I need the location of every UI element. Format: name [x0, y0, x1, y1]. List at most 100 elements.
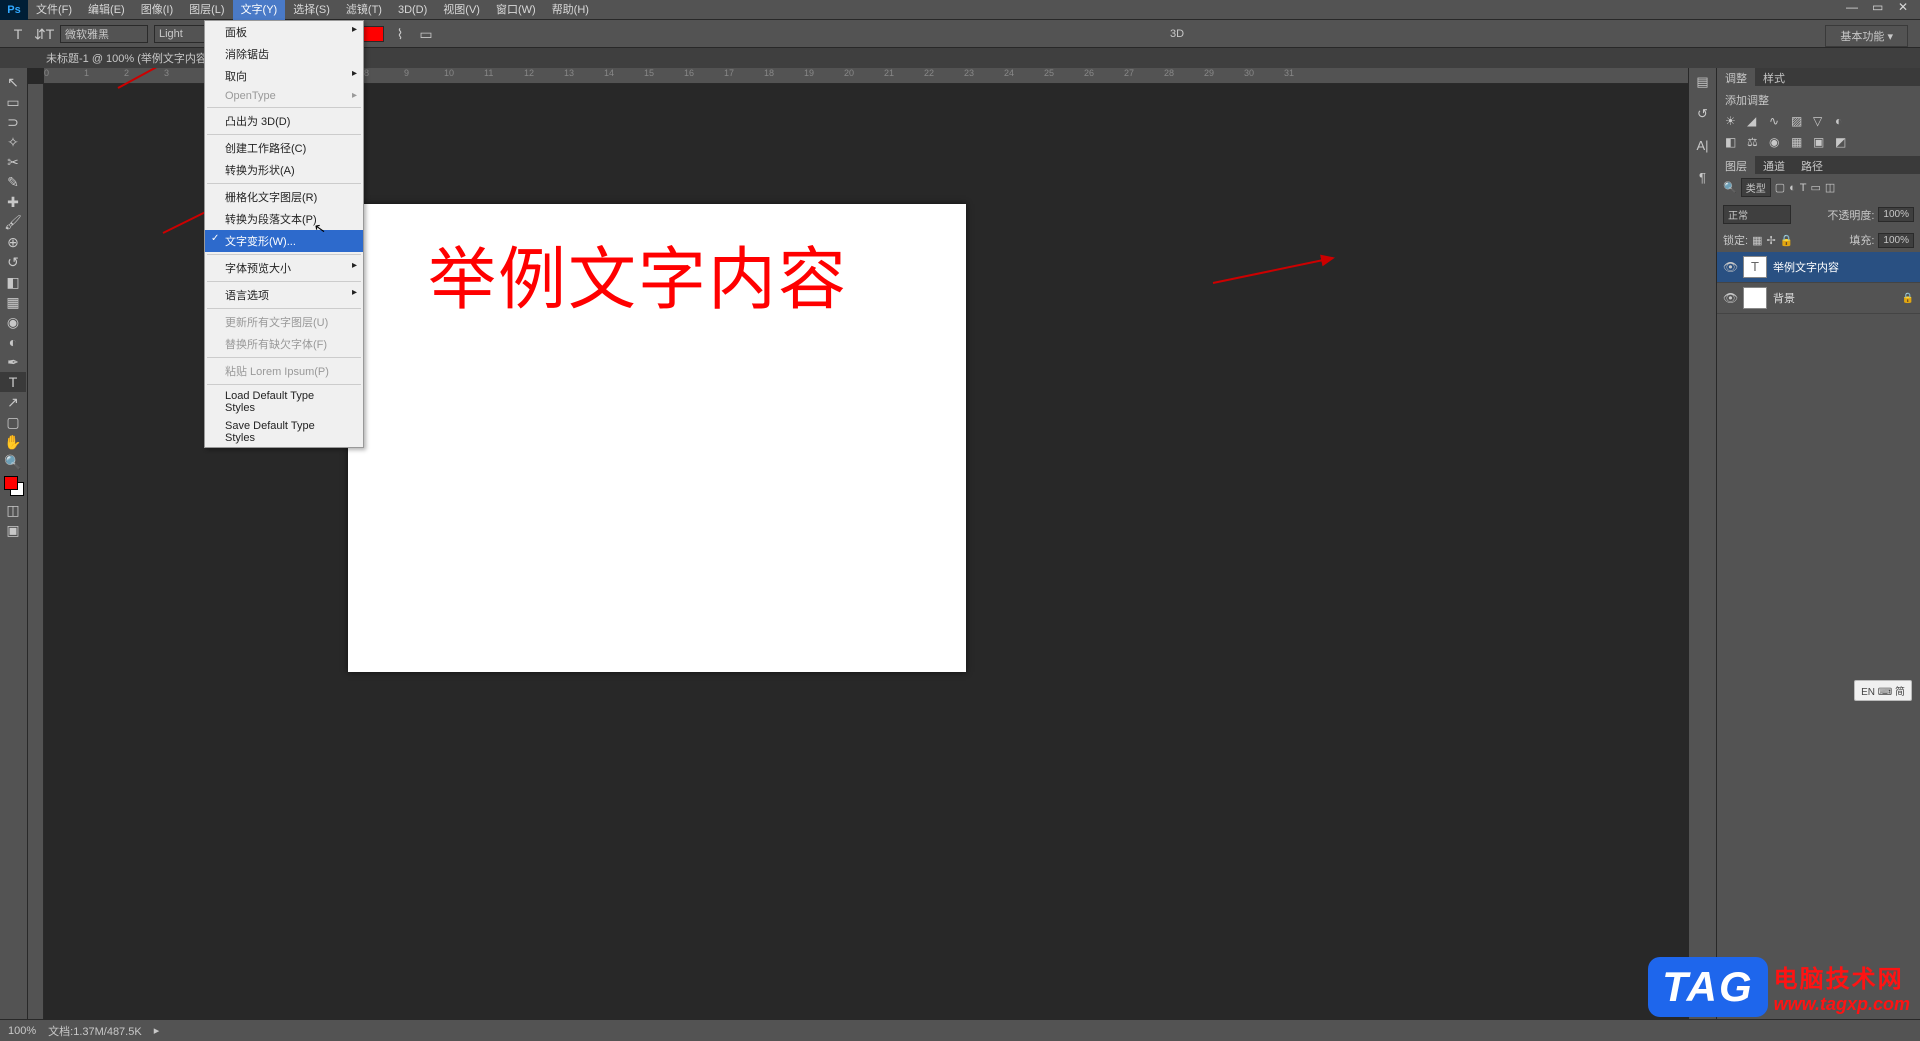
minimize-button[interactable]: —	[1846, 0, 1860, 14]
invert-icon[interactable]: ◩	[1835, 135, 1850, 150]
search-icon[interactable]: 🔍	[1723, 181, 1737, 194]
orientation-icon[interactable]: ⇵T	[34, 24, 54, 44]
menu-item[interactable]: Load Default Type Styles	[205, 387, 363, 417]
menu-窗口[interactable]: 窗口(W)	[488, 0, 544, 20]
menu-图像[interactable]: 图像(I)	[133, 0, 181, 20]
tab-layers[interactable]: 图层	[1717, 156, 1755, 174]
filter-shape-icon[interactable]: ▭	[1811, 181, 1821, 194]
canvas[interactable]: 举例文字内容	[348, 204, 966, 672]
menu-滤镜[interactable]: 滤镜(T)	[338, 0, 390, 20]
canvas-text-content[interactable]: 举例文字内容	[428, 224, 848, 323]
filter-kind-select[interactable]: 类型	[1741, 178, 1771, 197]
menu-item[interactable]: 转换为形状(A)	[205, 159, 363, 181]
tab-channels[interactable]: 通道	[1755, 156, 1793, 174]
curves-icon[interactable]: ∿	[1769, 114, 1784, 129]
menu-item[interactable]: 文字变形(W)...	[205, 230, 363, 252]
bw-icon[interactable]: ◧	[1725, 135, 1740, 150]
layer-thumbnail[interactable]	[1743, 287, 1767, 309]
tab-paths[interactable]: 路径	[1793, 156, 1831, 174]
lock-all-icon[interactable]: 🔒	[1780, 234, 1794, 247]
marquee-tool[interactable]: ▭	[0, 92, 26, 112]
quick-mask-tool[interactable]: ◫	[0, 500, 26, 520]
layer-row[interactable]: 👁 举例文字内容	[1717, 252, 1920, 283]
balance-icon[interactable]: ⚖	[1747, 135, 1762, 150]
document-info[interactable]: 文档:1.37M/487.5K	[48, 1023, 142, 1039]
menu-item[interactable]: 消除锯齿	[205, 43, 363, 65]
chevron-right-icon[interactable]: ▸	[154, 1024, 160, 1037]
screen-mode-tool[interactable]: ▣	[0, 520, 26, 540]
filter-text-icon[interactable]: T	[1800, 182, 1807, 194]
menu-选择[interactable]: 选择(S)	[285, 0, 338, 20]
hand-tool[interactable]: ✋	[0, 432, 26, 452]
brush-tool[interactable]: 🖌	[0, 212, 26, 232]
filter-image-icon[interactable]: ▢	[1775, 181, 1785, 194]
channel-mixer-icon[interactable]: ▦	[1791, 135, 1806, 150]
menu-item[interactable]: 语言选项	[205, 284, 363, 306]
history-brush-tool[interactable]: ↺	[0, 252, 26, 272]
workspace-selector[interactable]: 基本功能 ▾	[1825, 25, 1908, 47]
layer-thumbnail[interactable]	[1743, 256, 1767, 278]
brightness-icon[interactable]: ☀	[1725, 114, 1740, 129]
blur-tool[interactable]: ◉	[0, 312, 26, 332]
color-picker[interactable]	[0, 476, 27, 500]
exposure-icon[interactable]: ▨	[1791, 114, 1806, 129]
magic-wand-tool[interactable]: ✧	[0, 132, 26, 152]
menu-item[interactable]: 面板	[205, 21, 363, 43]
menu-item[interactable]: 取向	[205, 65, 363, 87]
shape-tool[interactable]: ▢	[0, 412, 26, 432]
layer-name[interactable]: 举例文字内容	[1773, 259, 1839, 275]
blend-mode-select[interactable]: 正常	[1723, 205, 1791, 224]
menu-item[interactable]: 转换为段落文本(P)	[205, 208, 363, 230]
font-family-select[interactable]: 微软雅黑	[60, 25, 148, 43]
opacity-value[interactable]: 100%	[1878, 207, 1914, 222]
close-button[interactable]: ✕	[1898, 0, 1912, 14]
hue-icon[interactable]: ◐	[1835, 114, 1850, 129]
warp-text-icon[interactable]: ⌇	[390, 24, 410, 44]
text-tool[interactable]: T	[0, 372, 26, 392]
visibility-icon[interactable]: 👁	[1723, 291, 1737, 305]
3d-mode-label[interactable]: 3D	[442, 28, 1912, 40]
eraser-tool[interactable]: ◧	[0, 272, 26, 292]
pen-tool[interactable]: ✒	[0, 352, 26, 372]
menu-编辑[interactable]: 编辑(E)	[80, 0, 133, 20]
menu-item[interactable]: Save Default Type Styles	[205, 417, 363, 447]
menu-item[interactable]: 凸出为 3D(D)	[205, 110, 363, 132]
lookup-icon[interactable]: ▣	[1813, 135, 1828, 150]
levels-icon[interactable]: ◢	[1747, 114, 1762, 129]
lasso-tool[interactable]: ⊃	[0, 112, 26, 132]
maximize-button[interactable]: ▭	[1872, 0, 1886, 14]
histogram-icon[interactable]: ▤	[1694, 74, 1712, 92]
visibility-icon[interactable]: 👁	[1723, 260, 1737, 274]
paragraph-icon[interactable]: ¶	[1694, 170, 1712, 188]
zoom-level[interactable]: 100%	[8, 1025, 36, 1037]
lock-pixels-icon[interactable]: ▦	[1752, 234, 1762, 247]
menu-item[interactable]: 字体预览大小	[205, 257, 363, 279]
move-tool[interactable]: ↖	[0, 72, 26, 92]
character-icon[interactable]: A|	[1694, 138, 1712, 156]
photo-filter-icon[interactable]: ◉	[1769, 135, 1784, 150]
menu-item[interactable]: 创建工作路径(C)	[205, 137, 363, 159]
vibrance-icon[interactable]: ▽	[1813, 114, 1828, 129]
clone-tool[interactable]: ⊕	[0, 232, 26, 252]
fill-value[interactable]: 100%	[1878, 233, 1914, 248]
menu-图层[interactable]: 图层(L)	[181, 0, 232, 20]
dodge-tool[interactable]: ◐	[0, 332, 26, 352]
zoom-tool[interactable]: 🔍	[0, 452, 26, 472]
font-style-select[interactable]: Light	[154, 25, 206, 43]
menu-3d[interactable]: 3D(D)	[390, 0, 435, 20]
tab-styles[interactable]: 样式	[1755, 68, 1793, 86]
menu-文件[interactable]: 文件(F)	[28, 0, 80, 20]
filter-adjust-icon[interactable]: ◐	[1789, 182, 1796, 194]
panels-toggle-icon[interactable]: ▭	[416, 24, 436, 44]
gradient-tool[interactable]: ▦	[0, 292, 26, 312]
healing-tool[interactable]: ✚	[0, 192, 26, 212]
eyedropper-tool[interactable]: ✎	[0, 172, 26, 192]
tab-adjustments[interactable]: 调整	[1717, 68, 1755, 86]
layer-name[interactable]: 背景	[1773, 290, 1795, 306]
menu-文字[interactable]: 文字(Y)	[233, 0, 286, 20]
crop-tool[interactable]: ✂	[0, 152, 26, 172]
layer-row[interactable]: 👁 背景 🔒	[1717, 283, 1920, 314]
path-select-tool[interactable]: ↗	[0, 392, 26, 412]
menu-item[interactable]: 栅格化文字图层(R)	[205, 186, 363, 208]
history-icon[interactable]: ↺	[1694, 106, 1712, 124]
